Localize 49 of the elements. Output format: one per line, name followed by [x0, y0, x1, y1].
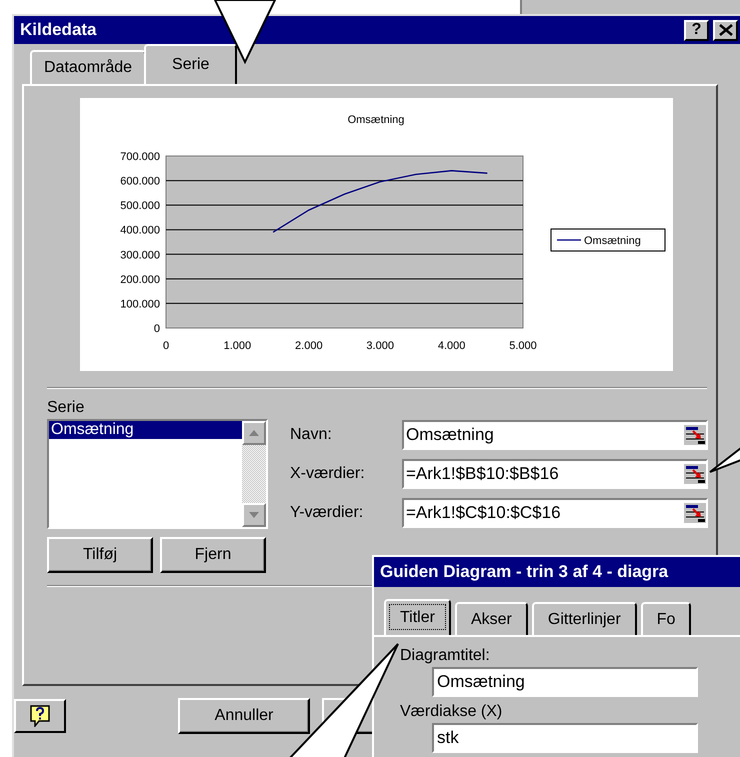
x-tick-label: 3.000 — [366, 340, 394, 352]
tab[interactable]: Gitterlinjer — [532, 602, 637, 635]
x-tick-label: 2.000 — [295, 340, 323, 352]
series-button[interactable]: Fjern — [160, 537, 266, 573]
y-tick-label: 300.000 — [120, 249, 160, 262]
series-label: Serie — [47, 399, 86, 417]
x-tick-label: 1.000 — [224, 340, 252, 352]
close-icon — [718, 24, 732, 36]
range-select-icon[interactable] — [684, 464, 706, 484]
x-tick-label: 5.000 — [509, 340, 537, 352]
input-field[interactable]: stk — [432, 723, 698, 753]
field-label: Værdiakse (X) — [400, 703, 504, 721]
window-title: Guiden Diagram - trin 3 af 4 - diagra — [374, 557, 740, 587]
y-tick-label: 700.000 — [120, 151, 160, 163]
help-button[interactable]: ? — [684, 20, 709, 40]
x-tick-label: 0 — [162, 340, 170, 352]
chart-title: Omsætning — [348, 114, 404, 126]
tab[interactable]: Akser — [454, 602, 528, 635]
tab[interactable]: Serie — [144, 44, 238, 84]
cancel-button[interactable]: Annuller — [178, 698, 310, 734]
help-bubble-icon — [30, 705, 50, 727]
tab[interactable]: Titler — [384, 599, 451, 635]
field-label: Y-værdier: — [290, 504, 364, 522]
help-button[interactable] — [14, 699, 66, 733]
y-tick-label: 500.000 — [120, 200, 160, 212]
legend-label: Omsætning — [584, 235, 641, 247]
input-field[interactable]: Omsætning — [402, 420, 708, 450]
range-select-icon[interactable] — [684, 503, 706, 523]
legend-line-icon — [557, 239, 581, 241]
field-label: Navn: — [290, 426, 333, 444]
y-tick-label: 200.000 — [120, 274, 160, 286]
field-label: X-værdier: — [290, 465, 366, 483]
y-tick-label: 400.000 — [120, 224, 160, 237]
field-label: Diagramtitel: — [400, 647, 491, 665]
tab[interactable]: Dataområde — [30, 50, 146, 84]
window-title: Kildedata — [20, 20, 97, 40]
series-button[interactable]: Tilføj — [47, 537, 153, 573]
close-button[interactable] — [713, 20, 738, 40]
y-tick-label: 0 — [154, 323, 160, 335]
series-list[interactable]: Omsætning — [47, 419, 268, 529]
series-item[interactable]: Omsætning — [49, 421, 242, 439]
tab[interactable]: Fo — [640, 602, 692, 635]
input-field[interactable]: =Ark1!$B$10:$B$16 — [402, 459, 708, 489]
y-tick-label: 100.000 — [120, 298, 160, 310]
input-field[interactable]: =Ark1!$C$10:$C$16 — [402, 498, 708, 528]
range-select-icon[interactable] — [684, 425, 706, 445]
x-tick-label: 4.000 — [438, 340, 466, 352]
y-tick-label: 600.000 — [120, 176, 160, 188]
input-field[interactable]: Omsætning — [432, 667, 698, 697]
